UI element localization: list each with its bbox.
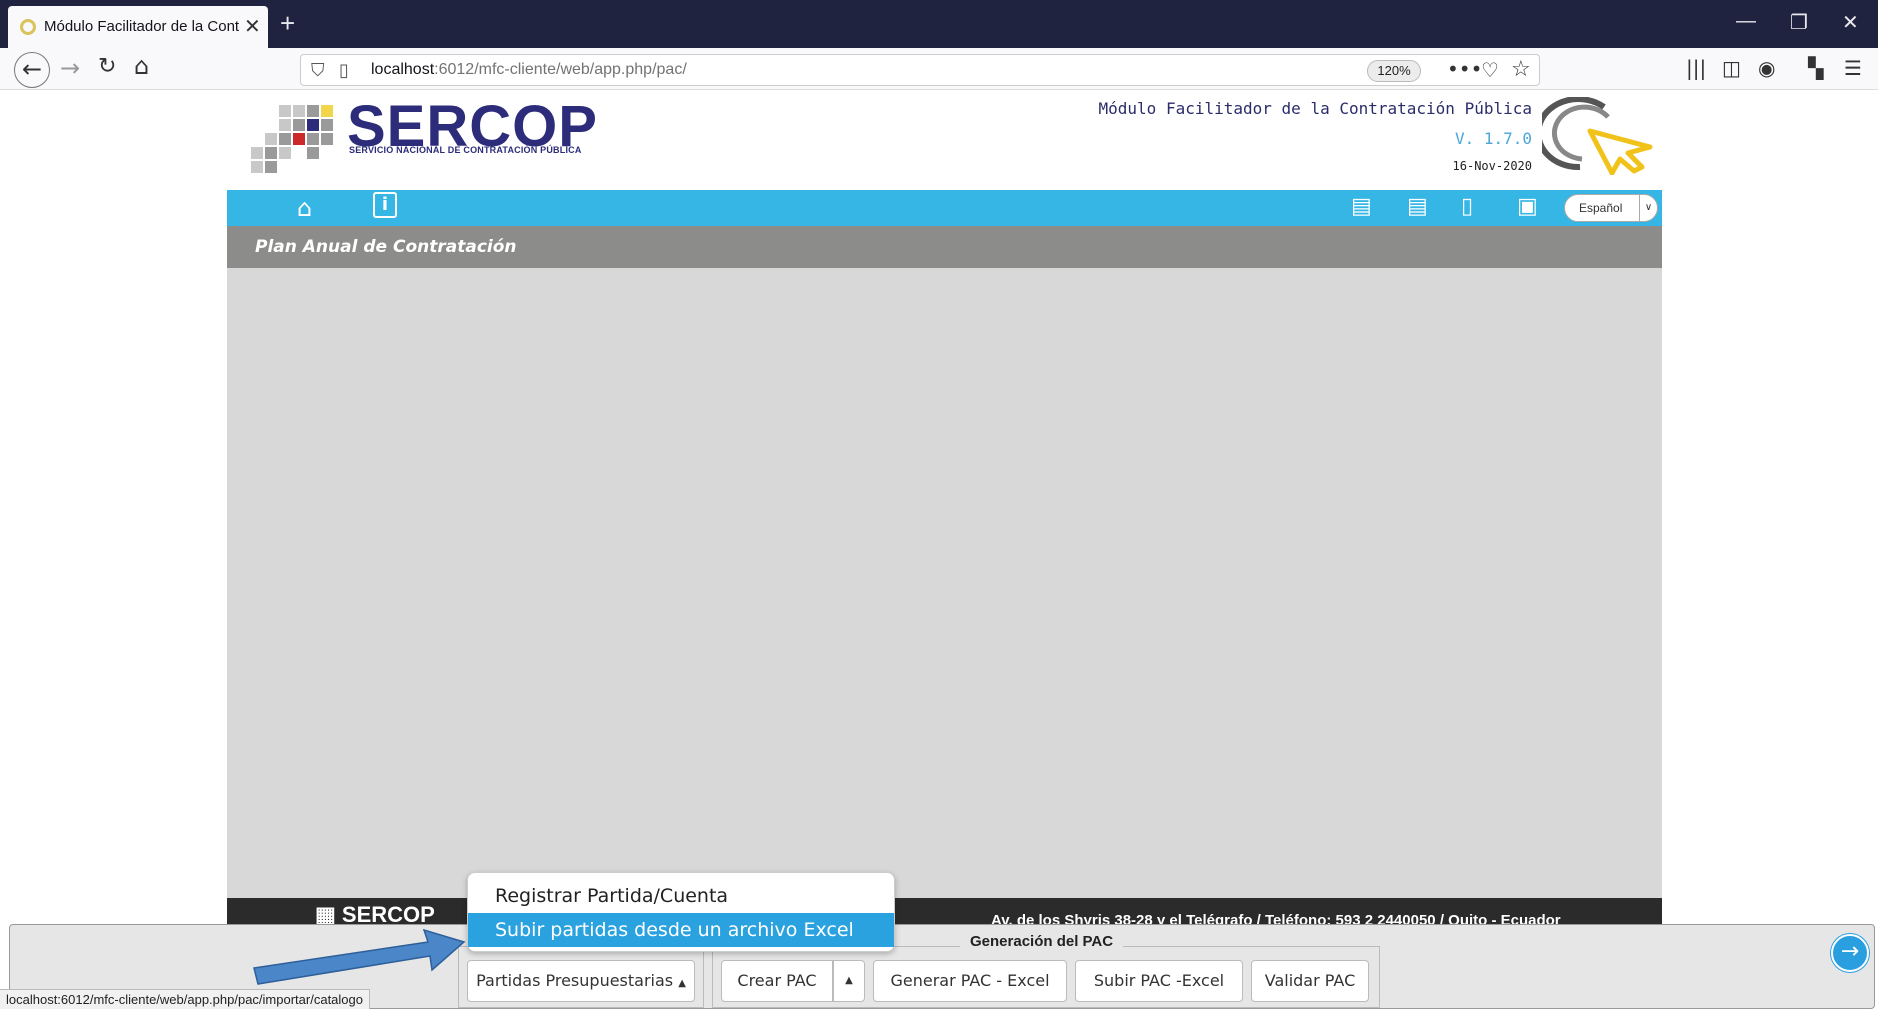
url-text[interactable]: localhost:6012/mfc-cliente/web/app.php/p… — [371, 61, 687, 79]
sercop-logo-mark — [247, 101, 357, 173]
menu-item-subir-partidas-excel[interactable]: Subir partidas desde un archivo Excel — [468, 913, 894, 947]
tab-title: Módulo Facilitador de la Contra — [44, 18, 240, 35]
caret-up-icon: ▲ — [678, 978, 686, 989]
crear-pac-button[interactable]: Crear PAC — [721, 960, 833, 1002]
date-label: 16-Nov-2020 — [1452, 159, 1532, 173]
bookmark-star-icon[interactable]: ☆ — [1511, 57, 1531, 82]
status-bar-url: localhost:6012/mfc-cliente/web/app.php/p… — [0, 989, 370, 1009]
page-title: Plan Anual de Contratación — [255, 237, 517, 257]
app-container: SERCOP SERVICIO NACIONAL DE CONTRATACIÓN… — [227, 91, 1662, 929]
group-legend: Generación del PAC — [960, 933, 1124, 950]
menu-icon[interactable]: ☰ — [1844, 56, 1862, 80]
new-tab-icon[interactable]: + — [280, 8, 295, 39]
close-tab-icon[interactable]: ✕ — [244, 14, 261, 38]
next-arrow-icon[interactable]: → — [1831, 934, 1869, 972]
account-icon[interactable]: ◉ — [1758, 56, 1775, 80]
extensions-icon[interactable]: ▚ — [1808, 56, 1823, 80]
new-document-icon[interactable]: ▯ — [1461, 194, 1473, 219]
close-window-icon[interactable]: ✕ — [1842, 10, 1859, 35]
url-bar[interactable]: ⛉ ▯ localhost:6012/mfc-cliente/web/app.p… — [300, 54, 1540, 86]
validar-pac-button[interactable]: Validar PAC — [1251, 960, 1369, 1002]
forward-icon[interactable]: → — [60, 54, 80, 82]
partidas-button-label: Partidas Presupuestarias — [476, 971, 674, 990]
menu-item-registrar-partida[interactable]: Registrar Partida/Cuenta — [468, 879, 894, 913]
favicon-icon — [20, 19, 36, 35]
chevron-down-icon: ∨ — [1639, 195, 1657, 221]
cursor-logo-icon — [1542, 97, 1653, 175]
browser-nav-bar: ← → ↻ ⌂ ⛉ ▯ localhost:6012/mfc-cliente/w… — [0, 48, 1878, 90]
restore-icon[interactable]: ❐ — [1790, 10, 1808, 35]
library-icon[interactable]: ||| — [1686, 56, 1706, 80]
back-icon[interactable]: ← — [14, 52, 50, 88]
reload-icon[interactable]: ↻ — [98, 54, 116, 79]
home-icon[interactable]: ⌂ — [134, 52, 149, 80]
home-icon[interactable]: ⌂ — [297, 194, 312, 222]
generar-pac-excel-button[interactable]: Generar PAC - Excel — [873, 960, 1067, 1002]
pdf-icon[interactable]: ▤ — [1351, 194, 1372, 219]
web-page: SERCOP SERVICIO NACIONAL DE CONTRATACIÓN… — [0, 91, 1878, 1009]
info-icon[interactable]: i — [373, 192, 397, 218]
subir-pac-excel-button[interactable]: Subir PAC -Excel — [1075, 960, 1243, 1002]
browser-tab-bar: Módulo Facilitador de la Contra ✕ + — ❐ … — [0, 0, 1878, 48]
partidas-presupuestarias-button[interactable]: Partidas Presupuestarias ▲ — [467, 960, 695, 1002]
pocket-icon[interactable]: ♡ — [1481, 58, 1499, 82]
page-title-bar: Plan Anual de Contratación — [227, 226, 1662, 268]
annotation-arrow — [253, 928, 466, 985]
shield-icon[interactable]: ⛉ — [311, 60, 325, 81]
brand-subtitle: SERVICIO NACIONAL DE CONTRATACIÓN PÚBLIC… — [349, 145, 582, 155]
zoom-badge[interactable]: 120% — [1367, 60, 1421, 82]
url-path: :6012/mfc-cliente/web/app.php/pac/ — [434, 61, 687, 78]
version-label: V. 1.7.0 — [1454, 129, 1532, 148]
page-icon: ▯ — [339, 60, 349, 81]
pdf-export-icon[interactable]: ▤ — [1407, 194, 1428, 219]
save-icon[interactable]: ▣ — [1517, 194, 1538, 219]
minimize-icon[interactable]: — — [1736, 10, 1756, 33]
browser-tab[interactable]: Módulo Facilitador de la Contra ✕ — [8, 6, 268, 48]
language-value: Español — [1579, 201, 1623, 215]
module-name: Módulo Facilitador de la Contratación Pú… — [1098, 99, 1532, 118]
app-toolbar: ⌂ i ▤ ▤ ▯ ▣ Español ∨ — [227, 190, 1662, 226]
more-icon[interactable]: ••• — [1447, 57, 1482, 81]
url-host: localhost — [371, 61, 435, 78]
crear-pac-dropdown-toggle[interactable]: ▲ — [833, 960, 865, 1002]
language-select[interactable]: Español ∨ — [1564, 194, 1658, 222]
partidas-dropdown-menu: Registrar Partida/Cuenta Subir partidas … — [467, 872, 895, 952]
sidebar-icon[interactable]: ◫ — [1722, 56, 1741, 80]
content-area — [227, 268, 1662, 898]
